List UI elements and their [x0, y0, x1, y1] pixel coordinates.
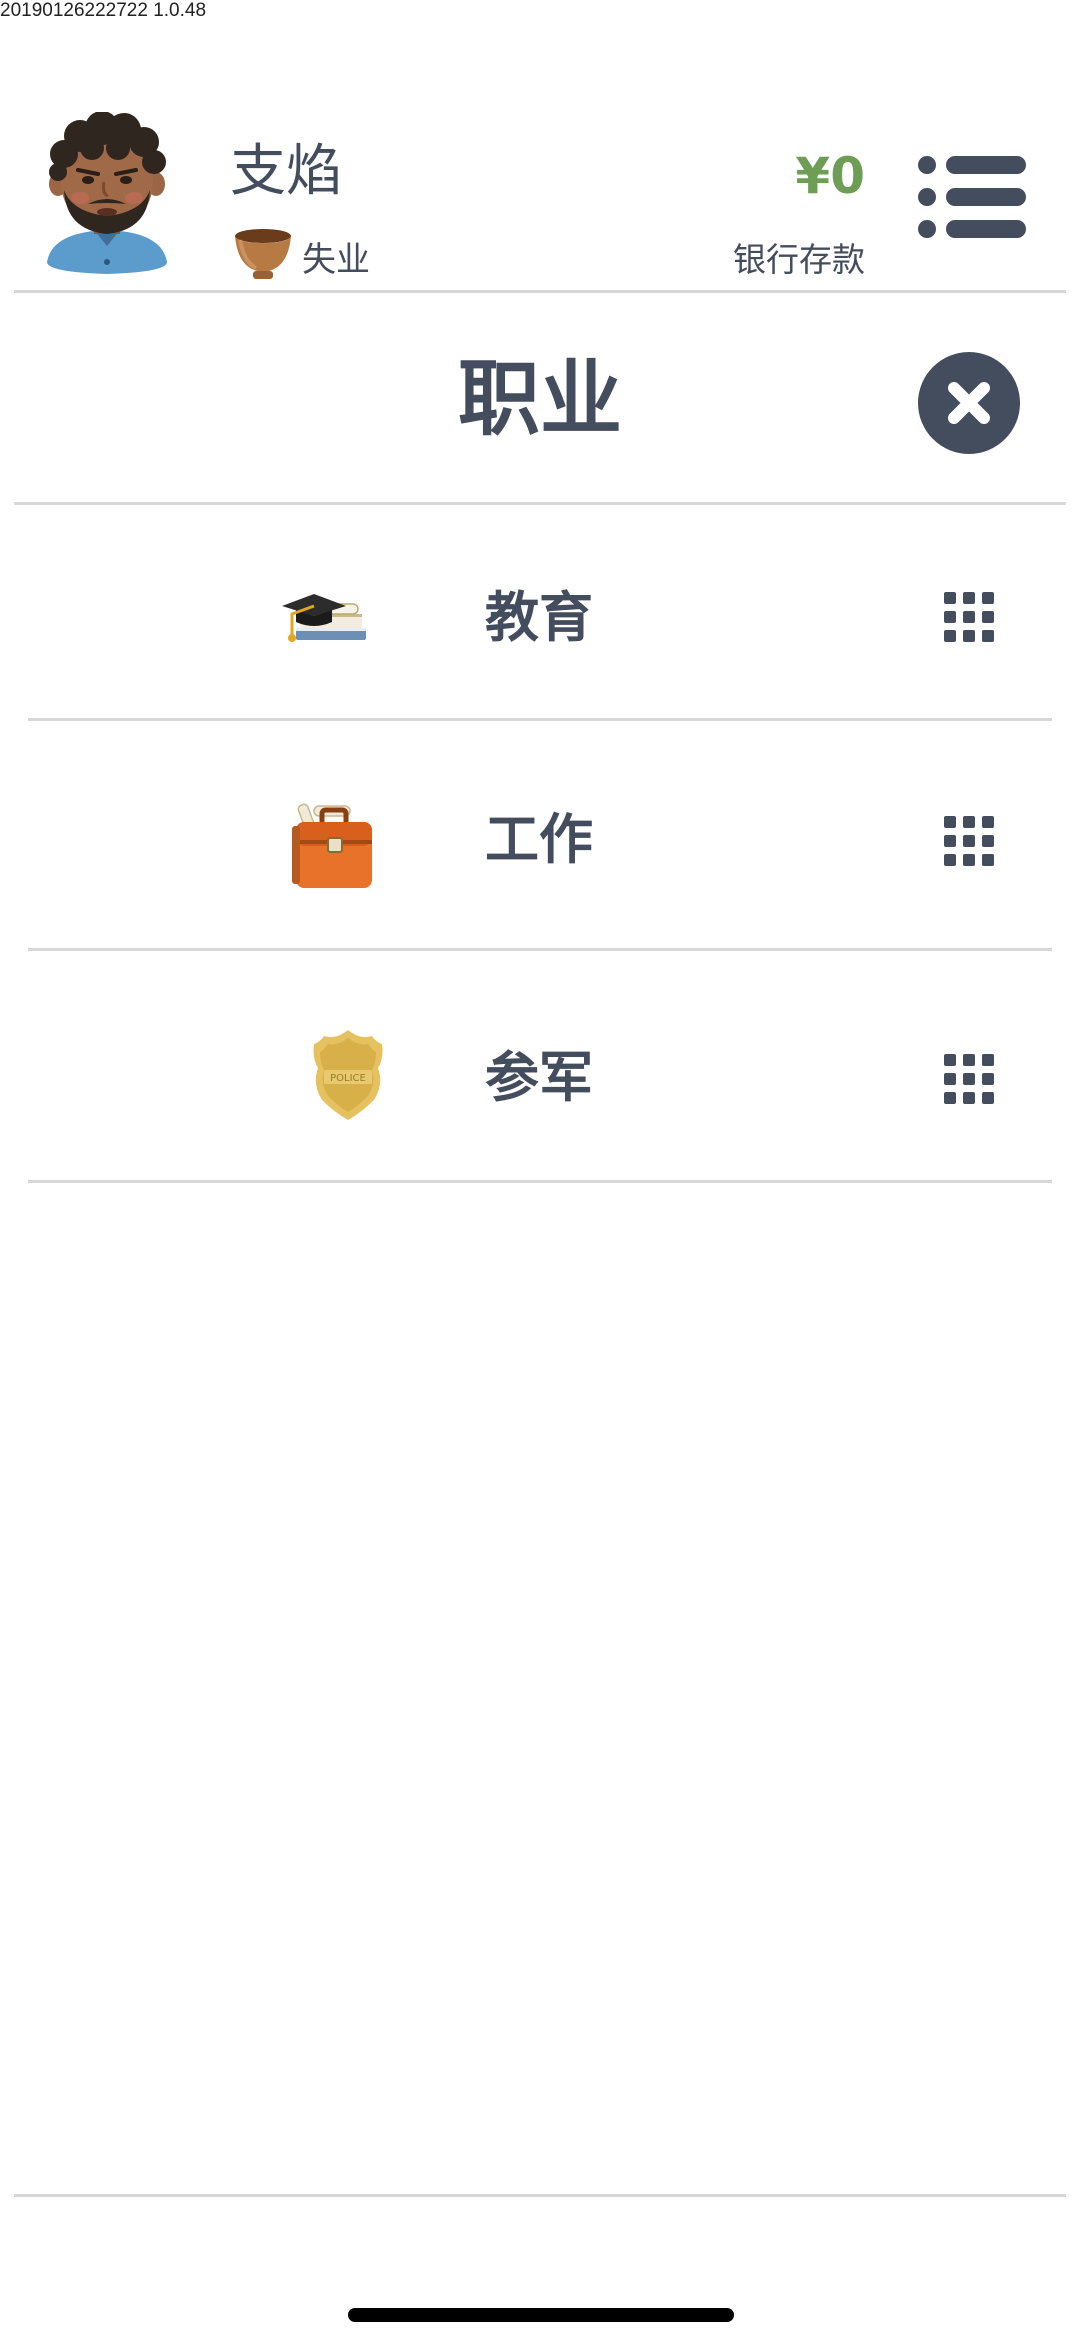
- footer-divider: [14, 2194, 1066, 2197]
- grid-icon[interactable]: [944, 816, 994, 866]
- career-label-military: 参军: [485, 1046, 593, 1109]
- bowl-icon: [232, 226, 294, 284]
- job-status: 失业: [302, 240, 370, 280]
- close-icon: [948, 382, 990, 424]
- grid-icon[interactable]: [944, 1054, 994, 1104]
- bank-balance-label: 银行存款: [733, 240, 865, 279]
- avatar-icon[interactable]: [42, 111, 172, 280]
- header-divider: [14, 290, 1066, 293]
- career-item-military[interactable]: POLICE 参军: [28, 950, 1050, 1178]
- bank-balance: ¥0: [795, 147, 865, 205]
- career-screen: 20190126222722 1.0.48 支焰 失业 ¥0 银行存款 职业 教…: [0, 0, 1080, 2339]
- home-indicator[interactable]: [348, 2308, 734, 2322]
- career-item-work[interactable]: 工作: [28, 720, 1050, 948]
- close-button[interactable]: [918, 352, 1020, 454]
- grid-icon[interactable]: [944, 592, 994, 642]
- career-label-education: 教育: [485, 586, 593, 649]
- career-item-education[interactable]: 教育: [28, 504, 1050, 732]
- list-menu-icon[interactable]: [918, 156, 1028, 238]
- player-name: 支焰: [230, 139, 342, 204]
- player-header: 支焰 失业 ¥0 银行存款: [0, 0, 1080, 292]
- row-divider: [28, 1180, 1052, 1183]
- career-label-work: 工作: [485, 808, 593, 871]
